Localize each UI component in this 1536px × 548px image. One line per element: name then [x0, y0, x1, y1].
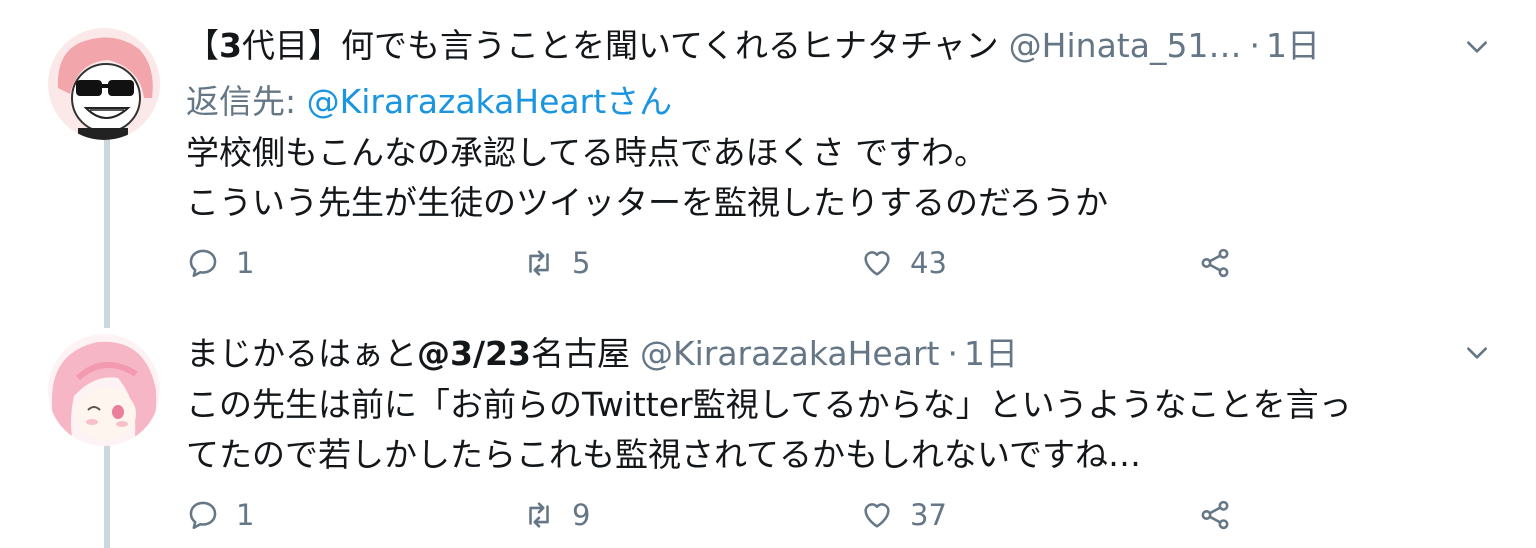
avatar[interactable] [48, 28, 160, 140]
tweet-2[interactable]: まじかるはぁと@3/23名古屋 @KirarazakaHeart · 1日 この… [0, 300, 1536, 548]
separator-dot: · [1249, 26, 1260, 65]
separator-dot: · [947, 334, 958, 373]
reply-to-label: 返信先: [186, 82, 307, 121]
heart-icon [864, 503, 890, 528]
tweet-header: 【3代目】何でも言うことを聞いてくれるヒナタチャン @Hinata_51… · … [186, 22, 1320, 70]
timestamp[interactable]: 1日 [1266, 22, 1320, 70]
like-button[interactable]: 43 [860, 243, 947, 283]
retweet-count: 9 [572, 498, 591, 532]
tweet-text-line: てたので若しかしたらこれも監視されてるかもしれないですね… [186, 435, 1142, 474]
like-count: 37 [910, 498, 947, 532]
avatar[interactable] [48, 334, 160, 446]
tweet-text-line: この先生は前に「お前らのTwitter監視してるからな」というようなことを言っ [186, 385, 1352, 424]
retweet-icon [529, 250, 549, 276]
reply-button[interactable]: 1 [186, 495, 254, 535]
share-button[interactable] [1198, 243, 1248, 283]
like-count: 43 [910, 246, 947, 280]
tweet-text: この先生は前に「お前らのTwitter監視してるからな」というようなことを言っ … [186, 380, 1352, 480]
display-name[interactable]: 【3代目】何でも言うことを聞いてくれるヒナタチャン [186, 22, 999, 70]
reply-count: 1 [236, 498, 255, 532]
avatar-image-sunglasses-character [48, 28, 160, 140]
retweet-icon [529, 502, 549, 528]
tweet-actions: 1 5 43 [0, 243, 1536, 283]
display-name[interactable]: まじかるはぁと@3/23名古屋 [186, 330, 630, 378]
tweet-text-line: 学校側もこんなの承認してる時点であほくさ ですわ。 [186, 133, 988, 172]
tweet-text-line: こういう先生が生徒のツイッターを監視したりするのだろうか [186, 183, 1109, 222]
share-icon [1201, 500, 1229, 530]
retweet-button[interactable]: 9 [522, 495, 590, 535]
reply-mention-link[interactable]: @KirarazakaHeartさん [307, 82, 673, 121]
reply-icon [189, 249, 217, 278]
tweet-1[interactable]: 【3代目】何でも言うことを聞いてくれるヒナタチャン @Hinata_51… · … [0, 0, 1536, 300]
reply-to-line: 返信先: @KirarazakaHeartさん [186, 78, 672, 126]
like-button[interactable]: 37 [860, 495, 947, 535]
tweet-header: まじかるはぁと@3/23名古屋 @KirarazakaHeart · 1日 [186, 330, 1018, 378]
reply-icon [189, 501, 217, 530]
chevron-down-icon[interactable] [1464, 34, 1490, 60]
retweet-count: 5 [572, 246, 591, 280]
chevron-down-icon[interactable] [1464, 340, 1490, 366]
heart-icon [864, 251, 890, 276]
retweet-button[interactable]: 5 [522, 243, 590, 283]
tweet-text: 学校側もこんなの承認してる時点であほくさ ですわ。 こういう先生が生徒のツイッタ… [186, 128, 1108, 228]
tweet-actions: 1 9 37 [0, 495, 1536, 535]
share-icon [1201, 248, 1229, 278]
avatar-image-pink-hair-character [48, 334, 160, 446]
user-handle[interactable]: @KirarazakaHeart [640, 330, 940, 378]
reply-count: 1 [236, 246, 255, 280]
user-handle[interactable]: @Hinata_51… [1009, 22, 1242, 70]
timestamp[interactable]: 1日 [964, 330, 1018, 378]
share-button[interactable] [1198, 495, 1248, 535]
reply-button[interactable]: 1 [186, 243, 254, 283]
